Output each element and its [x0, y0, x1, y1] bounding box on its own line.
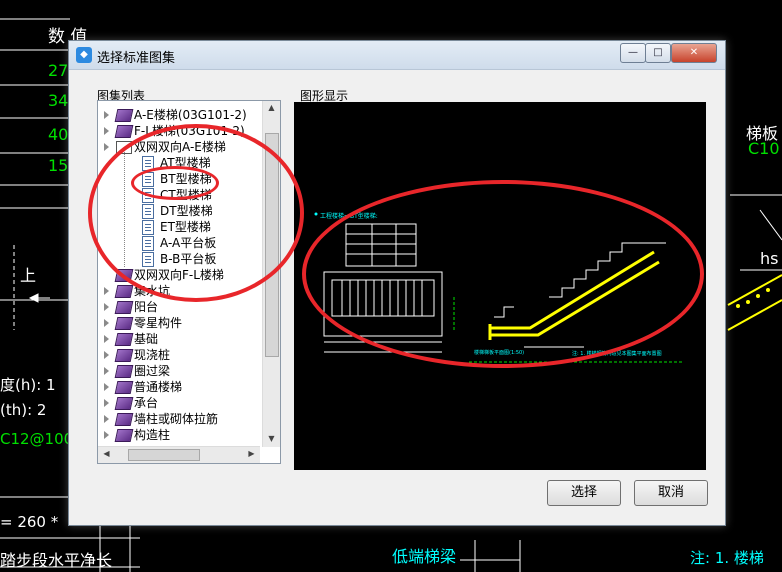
expand-arrow-icon[interactable]: [104, 319, 109, 327]
tree-item-label: 现浇桩: [134, 348, 171, 362]
tree-item-label: 阳台: [134, 300, 159, 314]
expand-arrow-icon[interactable]: [104, 143, 109, 151]
left-label-rebar: C12@100: [0, 430, 74, 448]
tree-item-label: 零星构件: [134, 316, 183, 330]
expand-arrow-icon[interactable]: [104, 287, 109, 295]
scroll-down-arrow[interactable]: ▼: [263, 434, 280, 443]
tree-item[interactable]: 阳台: [98, 299, 260, 315]
purple-book-icon: [114, 317, 134, 330]
tree-item-label: 基础: [134, 332, 159, 346]
expand-arrow-icon[interactable]: [104, 415, 109, 423]
purple-book-icon: [114, 109, 134, 122]
purple-book-icon: [114, 333, 134, 346]
dialog-title: 选择标准图集: [97, 51, 176, 66]
scroll-up-arrow[interactable]: ▲: [263, 103, 280, 112]
tree-item[interactable]: 普通楼梯: [98, 379, 260, 395]
value-3: 40: [48, 125, 69, 144]
bottom-label-beam: 低端梯梁: [392, 547, 457, 566]
expand-arrow-icon[interactable]: [104, 383, 109, 391]
left-label-height: 度(h): 1: [0, 376, 56, 394]
expand-arrow-icon[interactable]: [104, 335, 109, 343]
right-label-hs: hs: [760, 249, 779, 268]
tree-item-label: 普通楼梯: [134, 380, 183, 394]
purple-book-icon: [114, 397, 134, 410]
expand-arrow-icon[interactable]: [104, 367, 109, 375]
purple-book-icon: [114, 301, 134, 314]
tree-item[interactable]: 基础: [98, 331, 260, 347]
tree-item-label: 墙柱或砌体拉筋: [134, 412, 219, 426]
scroll-left-arrow[interactable]: ◀: [98, 449, 115, 458]
left-label-thickness: (th): 2: [0, 401, 47, 419]
purple-book-icon: [114, 365, 134, 378]
close-button[interactable]: ✕: [671, 43, 717, 63]
annotation-circle-selected-item: [131, 166, 219, 200]
maximize-button[interactable]: □: [645, 43, 671, 63]
select-button[interactable]: 选择: [547, 480, 621, 506]
purple-book-icon: [114, 285, 134, 298]
expand-arrow-icon[interactable]: [104, 111, 109, 119]
bottom-note: 注: 1. 楼梯: [690, 549, 764, 567]
expand-arrow-icon[interactable]: [104, 303, 109, 311]
right-label-concrete: C10: [748, 139, 780, 158]
purple-book-icon: [114, 413, 134, 426]
tree-item[interactable]: 零星构件: [98, 315, 260, 331]
purple-book-icon: [114, 381, 134, 394]
tree-item[interactable]: 墙柱或砌体拉筋: [98, 411, 260, 427]
tree-item[interactable]: 圈过梁: [98, 363, 260, 379]
value-1: 27: [48, 61, 69, 80]
tree-item-label: 承台: [134, 396, 159, 410]
tree-item[interactable]: 构造柱: [98, 427, 260, 443]
left-label-formula: = 260 *: [0, 513, 59, 531]
scroll-right-arrow[interactable]: ▶: [243, 449, 260, 458]
tree-item[interactable]: 承台: [98, 395, 260, 411]
expand-arrow-icon[interactable]: [104, 431, 109, 439]
expand-arrow-icon[interactable]: [104, 351, 109, 359]
cancel-button[interactable]: 取消: [634, 480, 708, 506]
annotation-circle-tree: [88, 124, 304, 302]
tree-item-label: 圈过梁: [134, 364, 171, 378]
annotation-circle-preview: [302, 180, 704, 368]
purple-book-icon: [114, 429, 134, 442]
minimize-button[interactable]: —: [620, 43, 646, 63]
expand-arrow-icon[interactable]: [104, 127, 109, 135]
horizontal-scrollbar[interactable]: ◀ ▶: [98, 446, 260, 463]
horizontal-scroll-thumb[interactable]: [128, 449, 200, 461]
purple-book-icon: [114, 125, 134, 138]
left-label-length: 踏步段水平净长: [0, 551, 113, 570]
dialog-titlebar[interactable]: ◆ 选择标准图集 — □ ✕: [69, 41, 725, 70]
value-4: 15: [48, 156, 69, 175]
tree-item-label: 构造柱: [134, 428, 171, 442]
expand-arrow-icon[interactable]: [104, 399, 109, 407]
tree-item[interactable]: A-E楼梯(03G101-2): [98, 107, 260, 123]
purple-book-icon: [114, 349, 134, 362]
value-2: 34: [48, 91, 69, 110]
tree-item-label: A-E楼梯(03G101-2): [134, 108, 247, 122]
side-char: 上: [20, 266, 37, 285]
app-icon: ◆: [76, 47, 92, 63]
tree-item[interactable]: 现浇桩: [98, 347, 260, 363]
